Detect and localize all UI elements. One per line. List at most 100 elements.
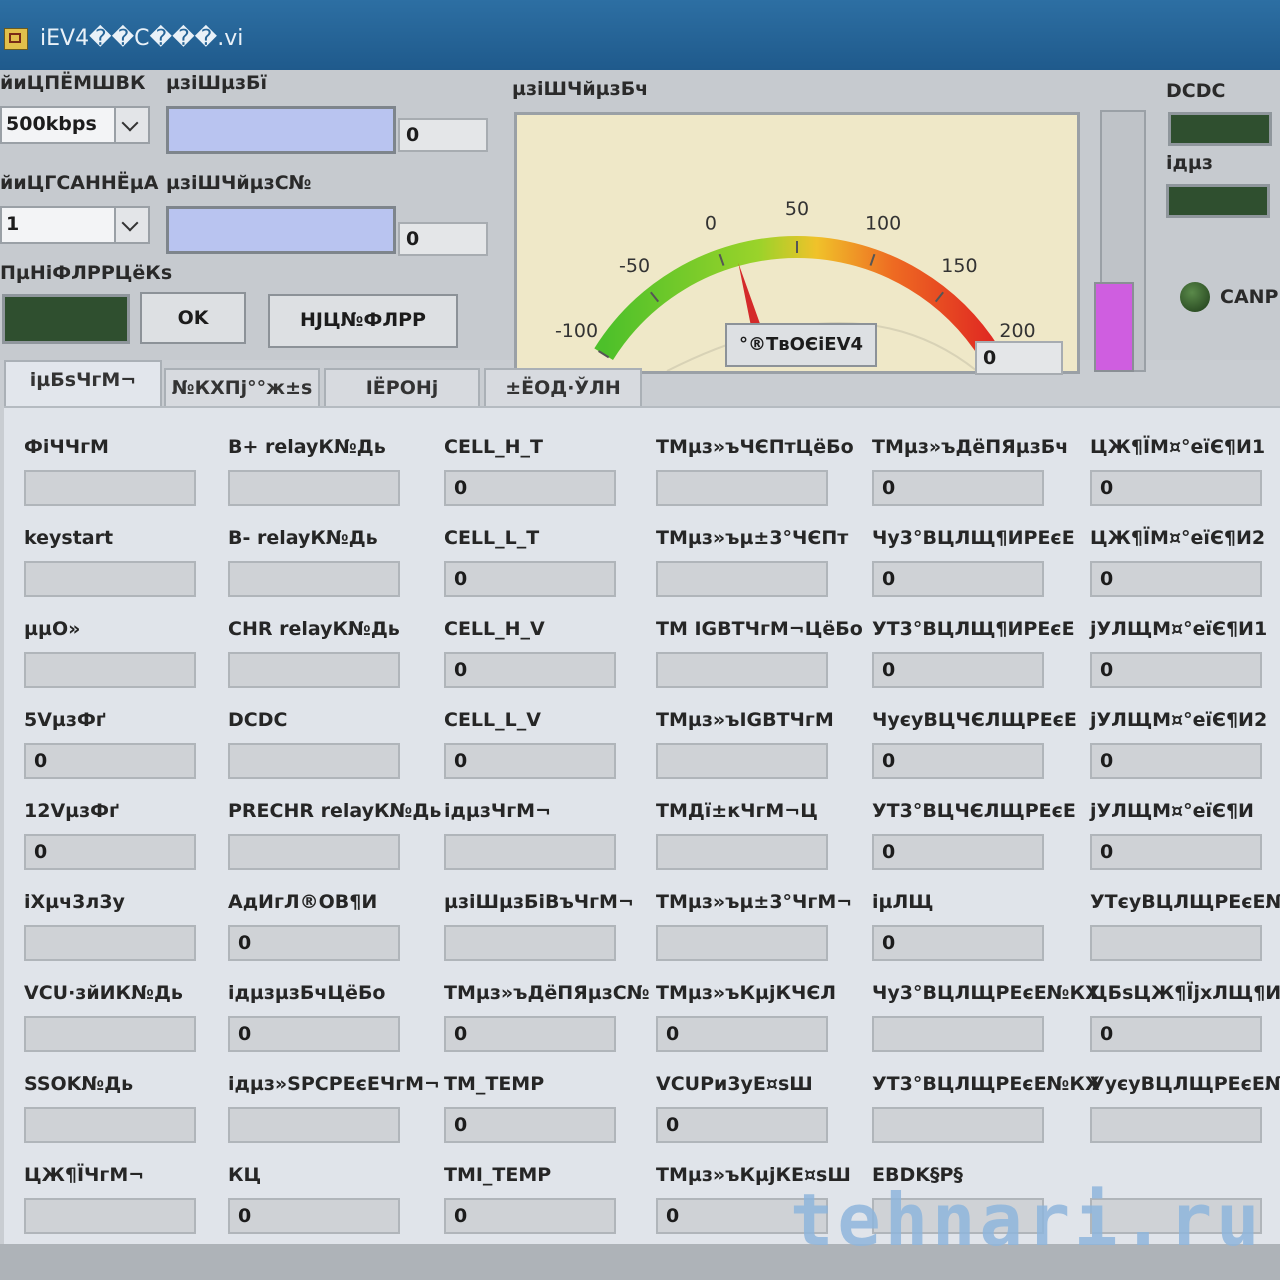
signal-label: 5VµзФґ bbox=[24, 709, 106, 731]
signal-value: 0 bbox=[1090, 1016, 1262, 1052]
tab-record[interactable]: IЁРОНj bbox=[324, 368, 480, 408]
gauge-tick-label: 150 bbox=[941, 255, 977, 277]
gauge-tick-label: 100 bbox=[865, 213, 901, 235]
signal-label: CHR relayК№Дь bbox=[228, 618, 400, 640]
signal-value bbox=[24, 470, 196, 506]
baud-rate-value: 500kbps bbox=[6, 113, 97, 135]
signal-label: ЦЖ¶ЇЧгМ¬ bbox=[24, 1164, 145, 1186]
signal-value bbox=[656, 561, 828, 597]
signal-label: B- relayК№Дь bbox=[228, 527, 378, 549]
signal-label: TMI_TEMP bbox=[444, 1164, 552, 1186]
gauge-tick-label: 50 bbox=[785, 198, 809, 220]
signal-value bbox=[872, 1107, 1044, 1143]
signal-value: 0 bbox=[1090, 561, 1262, 597]
tab-status[interactable]: iµБsЧгМ¬ bbox=[4, 360, 162, 410]
signal-value: 0 bbox=[1090, 743, 1262, 779]
signal-value bbox=[24, 652, 196, 688]
signal-value bbox=[656, 652, 828, 688]
signal-label: ЦБsЦЖ¶ЇjхЛЩ¶ИРЕ bbox=[1090, 982, 1280, 1004]
signal-value bbox=[228, 1107, 400, 1143]
tab-send[interactable]: ±ЁОД·ЎЛН bbox=[484, 368, 642, 408]
signal-label: VCUPи3уЕ¤sШ bbox=[656, 1073, 813, 1095]
chevron-down-icon[interactable] bbox=[114, 208, 148, 242]
signal-value: 0 bbox=[444, 743, 616, 779]
labview-vi-icon bbox=[4, 28, 28, 50]
signal-label: ТМµз»ъµ±3°ЧгМ¬ bbox=[656, 891, 853, 913]
signal-value bbox=[228, 561, 400, 597]
channel-select[interactable]: 1 bbox=[0, 206, 150, 244]
window-title: iEV4��C���.vi bbox=[40, 26, 244, 51]
gauge-label: µзiШЧйµзБч bbox=[512, 78, 649, 100]
signal-label: ЦЖ¶ЇМ¤°еїЄ¶И2 bbox=[1090, 527, 1266, 549]
signal-label: iдµзµзБчЦёБо bbox=[228, 982, 386, 1004]
current-gauge: -100 -50 0 50 100 150 200 °®ТвОЄiEV4 0 bbox=[514, 112, 1080, 375]
gauge-tick-label: 200 bbox=[999, 320, 1035, 342]
send-id-value[interactable]: 0 bbox=[398, 118, 488, 152]
signal-label: VCU·зйИК№Дь bbox=[24, 982, 183, 1004]
recv-id-value[interactable]: 0 bbox=[398, 222, 488, 256]
signal-value bbox=[656, 743, 828, 779]
signal-label: УТєуВЦЛЩРЕєЕ№КХ bbox=[1090, 891, 1280, 913]
signal-value bbox=[24, 925, 196, 961]
signal-value: 0 bbox=[1090, 652, 1262, 688]
signal-label: ТМµз»ъIGBTЧгМ bbox=[656, 709, 834, 731]
signal-value bbox=[444, 925, 616, 961]
signal-label: CELL_L_V bbox=[444, 709, 541, 731]
signal-value bbox=[656, 470, 828, 506]
signal-label: PRECHR relayК№Дь bbox=[228, 800, 442, 822]
signal-value: 0 bbox=[1090, 834, 1262, 870]
signal-value bbox=[24, 1198, 196, 1234]
signal-label: iдµзЧгМ¬ bbox=[444, 800, 551, 822]
signal-label: АдИгЛ®ОВ¶И bbox=[228, 891, 378, 913]
signal-label: јУЛЩМ¤°еїЄ¶И bbox=[1090, 800, 1254, 822]
dcdc-led bbox=[1168, 112, 1272, 146]
signal-value: 0 bbox=[872, 834, 1044, 870]
signal-value: 0 bbox=[444, 1016, 616, 1052]
signal-value: 0 bbox=[656, 1016, 828, 1052]
tab-fault[interactable]: №КХПj°°ж±s bbox=[164, 368, 320, 408]
signal-label: CELL_H_V bbox=[444, 618, 545, 640]
signal-label: DCDC bbox=[228, 709, 288, 731]
signal-label: УуєуВЦЛЩРЕєЕ№КХ bbox=[1090, 1073, 1280, 1095]
signal-value: 0 bbox=[228, 1016, 400, 1052]
signal-value: 0 bbox=[228, 925, 400, 961]
signal-value: 0 bbox=[656, 1107, 828, 1143]
signal-label: Чу3°ВЦЛЩРЕєЕ№КХ bbox=[872, 982, 1100, 1004]
stop-button[interactable]: НЈЦ№ФЛРР bbox=[268, 294, 458, 348]
signal-label: iµЛЩ bbox=[872, 891, 934, 913]
signal-value bbox=[228, 470, 400, 506]
signal-value bbox=[1090, 925, 1262, 961]
signal-label: ТМµз»ъµ±3°ЧЄПт bbox=[656, 527, 849, 549]
signal-value bbox=[872, 1016, 1044, 1052]
chevron-down-icon[interactable] bbox=[114, 108, 148, 142]
signal-label: µзiШµзБiВъЧгМ¬ bbox=[444, 891, 634, 913]
signal-value bbox=[228, 834, 400, 870]
signal-label: CELL_H_T bbox=[444, 436, 543, 458]
dcdc-label: DCDC bbox=[1166, 80, 1226, 102]
baud-rate-select[interactable]: 500kbps bbox=[0, 106, 150, 144]
signal-label: TM IGBTЧгМ¬ЦёБо bbox=[656, 618, 863, 640]
signal-label: ТМµз»ъЧЄПтЦёБо bbox=[656, 436, 854, 458]
signal-label: ЦЖ¶ЇМ¤°еїЄ¶И1 bbox=[1090, 436, 1266, 458]
gauge-tick-label: -100 bbox=[555, 320, 598, 342]
signal-label: CELL_L_T bbox=[444, 527, 540, 549]
signal-label: Чу3°ВЦЛЩ¶ИРЕєЕ bbox=[872, 527, 1075, 549]
gauge-tick-label: -50 bbox=[619, 255, 650, 277]
ok-button[interactable]: OK bbox=[140, 292, 246, 344]
signal-label: B+ relayК№Дь bbox=[228, 436, 386, 458]
signal-label: iХµч3л3у bbox=[24, 891, 125, 913]
signal-value: 0 bbox=[228, 1198, 400, 1234]
signal-value: 0 bbox=[444, 561, 616, 597]
signal-value: 0 bbox=[444, 1198, 616, 1234]
signal-value bbox=[24, 1107, 196, 1143]
signal-label: ТМДї±кЧгМ¬Ц bbox=[656, 800, 818, 822]
signal-value: 0 bbox=[872, 743, 1044, 779]
signal-label: КЦ bbox=[228, 1164, 262, 1186]
signal-label: keystart bbox=[24, 527, 114, 549]
run-status-led bbox=[2, 294, 130, 344]
signal-value bbox=[24, 561, 196, 597]
signal-label: 12VµзФґ bbox=[24, 800, 119, 822]
signal-value bbox=[24, 1016, 196, 1052]
signal-value bbox=[228, 743, 400, 779]
signal-label: ФiЧЧгМ bbox=[24, 436, 109, 458]
